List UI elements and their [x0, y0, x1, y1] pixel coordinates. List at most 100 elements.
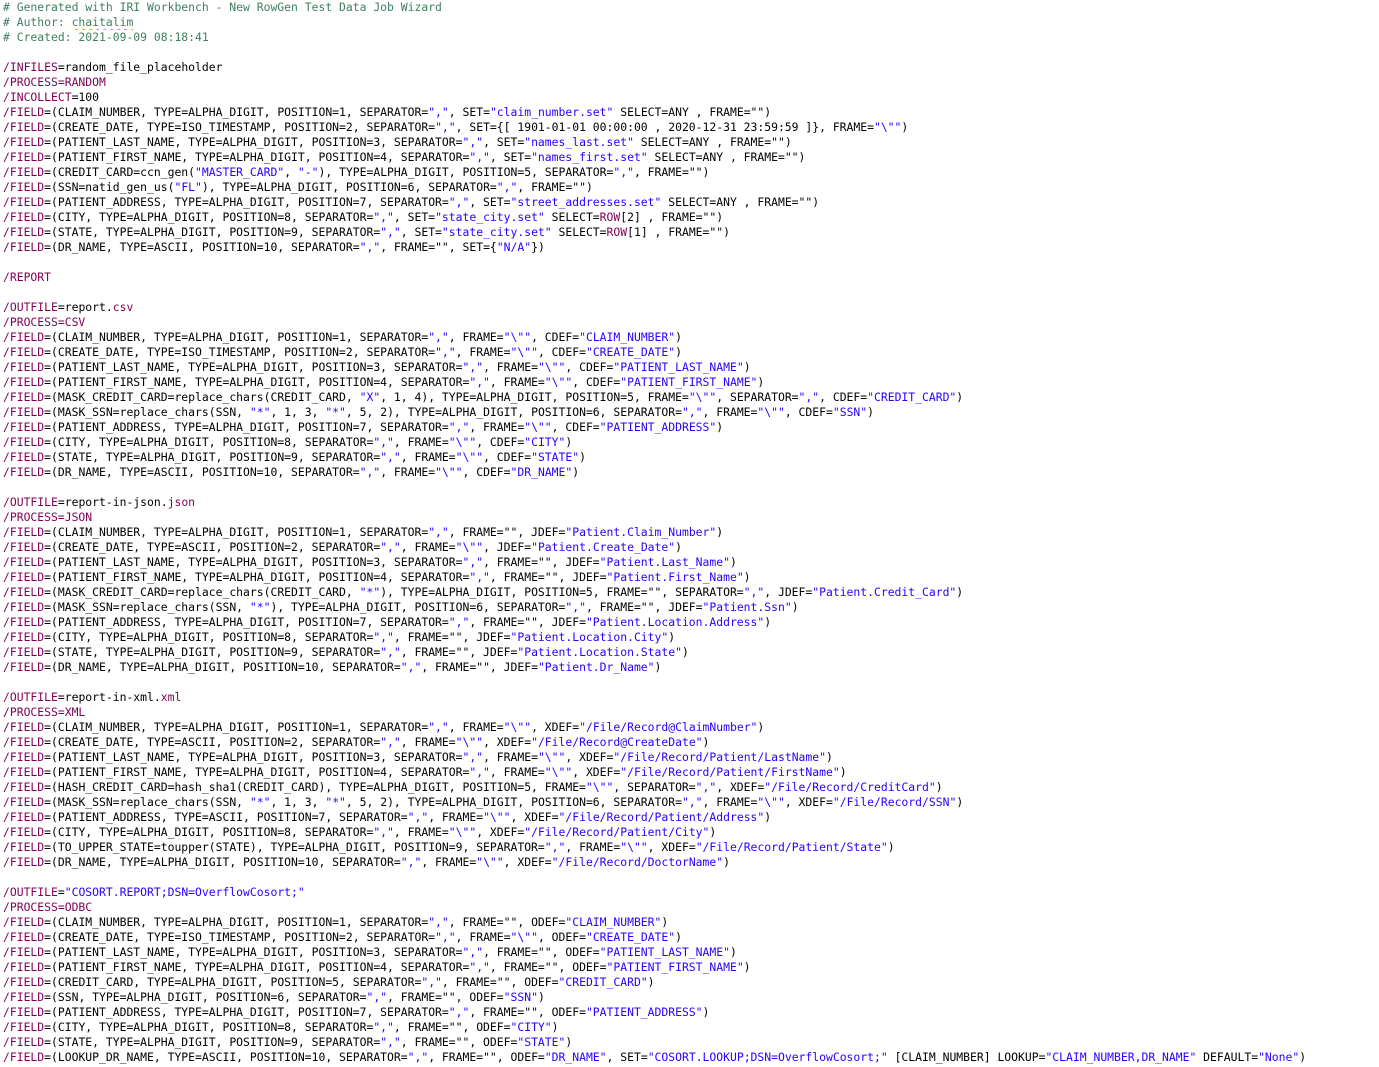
code-line[interactable]: /FIELD=(CITY, TYPE=ALPHA_DIGIT, POSITION…	[3, 630, 1379, 645]
token-string: ","	[448, 195, 470, 209]
code-line[interactable]: /FIELD=(CITY, TYPE=ALPHA_DIGIT, POSITION…	[3, 825, 1379, 840]
code-line[interactable]: /FIELD=(STATE, TYPE=ALPHA_DIGIT, POSITIO…	[3, 225, 1379, 240]
blank-line[interactable]	[3, 675, 1379, 690]
code-line[interactable]: /FIELD=(MASK_CREDIT_CARD=replace_chars(C…	[3, 390, 1379, 405]
script-editor[interactable]: # Generated with IRI Workbench - New Row…	[0, 0, 1379, 1067]
code-line[interactable]: /INFILES=random_file_placeholder	[3, 60, 1379, 75]
code-line[interactable]: /FIELD=(PATIENT_FIRST_NAME, TYPE=ALPHA_D…	[3, 570, 1379, 585]
token-string: "PATIENT_FIRST_NAME"	[620, 375, 758, 389]
code-line[interactable]: /FIELD=(DR_NAME, TYPE=ASCII, POSITION=10…	[3, 465, 1379, 480]
token-text: , FRAME="", JDEF=	[489, 570, 607, 584]
token-command: /OUTFILE	[3, 885, 58, 899]
code-line[interactable]: /FIELD=(CREATE_DATE, TYPE=ASCII, POSITIO…	[3, 540, 1379, 555]
code-line[interactable]: /PROCESS=XML	[3, 705, 1379, 720]
code-line[interactable]: /FIELD=(DR_NAME, TYPE=ALPHA_DIGIT, POSIT…	[3, 855, 1379, 870]
token-text: SELECT=	[551, 225, 607, 239]
code-line[interactable]: /FIELD=(SSN, TYPE=ALPHA_DIGIT, POSITION=…	[3, 990, 1379, 1005]
token-string: "\""	[448, 825, 477, 839]
code-line[interactable]: /OUTFILE=report-in-json.json	[3, 495, 1379, 510]
code-line[interactable]: # Author: chaitalim	[3, 15, 1379, 30]
code-line[interactable]: /PROCESS=ODBC	[3, 900, 1379, 915]
token-string: "/File/Record/Patient/LastName"	[613, 750, 826, 764]
code-line[interactable]: /FIELD=(PATIENT_LAST_NAME, TYPE=ALPHA_DI…	[3, 555, 1379, 570]
token-text: )	[668, 630, 676, 644]
code-line[interactable]: /FIELD=(LOOKUP_DR_NAME, TYPE=ASCII, POSI…	[3, 1050, 1379, 1065]
token-string: "Patient.Claim_Number"	[565, 525, 717, 539]
code-line[interactable]: /FIELD=(PATIENT_LAST_NAME, TYPE=ALPHA_DI…	[3, 360, 1379, 375]
token-text: , FRAME="", JDEF=	[421, 660, 538, 674]
code-line[interactable]: /OUTFILE=report-in-xml.xml	[3, 690, 1379, 705]
token-text: , FRAME=	[489, 765, 545, 779]
code-line[interactable]: /FIELD=(STATE, TYPE=ALPHA_DIGIT, POSITIO…	[3, 645, 1379, 660]
code-line[interactable]: /FIELD=(SSN=natid_gen_us("FL"), TYPE=ALP…	[3, 180, 1379, 195]
token-string: "/File/Record/Patient/State"	[695, 840, 888, 854]
code-line[interactable]: /FIELD=(MASK_SSN=replace_chars(SSN, "*",…	[3, 405, 1379, 420]
code-line[interactable]: /PROCESS=CSV	[3, 315, 1379, 330]
token-command: /FIELD	[3, 735, 45, 749]
token-string: "CLAIM_NUMBER"	[579, 330, 676, 344]
code-line[interactable]: /FIELD=(CITY, TYPE=ALPHA_DIGIT, POSITION…	[3, 1020, 1379, 1035]
code-line[interactable]: /FIELD=(CREATE_DATE, TYPE=ISO_TIMESTAMP,…	[3, 345, 1379, 360]
code-line[interactable]: /FIELD=(PATIENT_LAST_NAME, TYPE=ALPHA_DI…	[3, 135, 1379, 150]
code-line[interactable]: /PROCESS=JSON	[3, 510, 1379, 525]
blank-line[interactable]	[3, 870, 1379, 885]
code-line[interactable]: # Generated with IRI Workbench - New Row…	[3, 0, 1379, 15]
code-line[interactable]: /FIELD=(PATIENT_ADDRESS, TYPE=ALPHA_DIGI…	[3, 1005, 1379, 1020]
code-line[interactable]: /FIELD=(STATE, TYPE=ALPHA_DIGIT, POSITIO…	[3, 450, 1379, 465]
code-line[interactable]: /FIELD=(CITY, TYPE=ALPHA_DIGIT, POSITION…	[3, 210, 1379, 225]
token-command: /FIELD	[3, 105, 45, 119]
code-line[interactable]: /OUTFILE="COSORT.REPORT;DSN=OverflowCoso…	[3, 885, 1379, 900]
code-line[interactable]: /FIELD=(PATIENT_FIRST_NAME, TYPE=ALPHA_D…	[3, 765, 1379, 780]
code-line[interactable]: /FIELD=(PATIENT_ADDRESS, TYPE=ALPHA_DIGI…	[3, 195, 1379, 210]
code-line[interactable]: /FIELD=(CLAIM_NUMBER, TYPE=ALPHA_DIGIT, …	[3, 330, 1379, 345]
blank-line[interactable]	[3, 480, 1379, 495]
token-string: "PATIENT_LAST_NAME"	[613, 360, 744, 374]
code-line[interactable]: /FIELD=(CREDIT_CARD, TYPE=ALPHA_DIGIT, P…	[3, 975, 1379, 990]
code-line[interactable]: /OUTFILE=report.csv	[3, 300, 1379, 315]
token-string: ","	[462, 750, 484, 764]
code-line[interactable]: /FIELD=(TO_UPPER_STATE=toupper(STATE), T…	[3, 840, 1379, 855]
code-line[interactable]: /FIELD=(CREATE_DATE, TYPE=ISO_TIMESTAMP,…	[3, 930, 1379, 945]
code-line[interactable]: /FIELD=(MASK_SSN=replace_chars(SSN, "*")…	[3, 600, 1379, 615]
token-command: /INCOLLECT	[3, 90, 72, 104]
code-line[interactable]: /FIELD=(PATIENT_LAST_NAME, TYPE=ALPHA_DI…	[3, 750, 1379, 765]
code-line[interactable]: /FIELD=(PATIENT_FIRST_NAME, TYPE=ALPHA_D…	[3, 375, 1379, 390]
code-line[interactable]: /INCOLLECT=100	[3, 90, 1379, 105]
code-line[interactable]: /FIELD=(CREATE_DATE, TYPE=ASCII, POSITIO…	[3, 735, 1379, 750]
code-line[interactable]: /FIELD=(PATIENT_ADDRESS, TYPE=ASCII, POS…	[3, 810, 1379, 825]
code-line[interactable]: /FIELD=(DR_NAME, TYPE=ALPHA_DIGIT, POSIT…	[3, 660, 1379, 675]
code-line[interactable]: /FIELD=(PATIENT_ADDRESS, TYPE=ALPHA_DIGI…	[3, 420, 1379, 435]
token-command: xml	[160, 690, 182, 704]
blank-line[interactable]	[3, 255, 1379, 270]
code-line[interactable]: /FIELD=(CLAIM_NUMBER, TYPE=ALPHA_DIGIT, …	[3, 105, 1379, 120]
code-line[interactable]: /FIELD=(HASH_CREDIT_CARD=hash_sha1(CREDI…	[3, 780, 1379, 795]
code-line[interactable]: /FIELD=(CLAIM_NUMBER, TYPE=ALPHA_DIGIT, …	[3, 525, 1379, 540]
token-text: ), TYPE=ALPHA_DIGIT, POSITION=5, FRAME="…	[380, 585, 744, 599]
code-line[interactable]: /FIELD=(PATIENT_LAST_NAME, TYPE=ALPHA_DI…	[3, 945, 1379, 960]
code-line[interactable]: /FIELD=(MASK_CREDIT_CARD=replace_chars(C…	[3, 585, 1379, 600]
code-line[interactable]: /FIELD=(CREATE_DATE, TYPE=ISO_TIMESTAMP,…	[3, 120, 1379, 135]
code-line[interactable]: # Created: 2021-09-09 08:18:41	[3, 30, 1379, 45]
blank-line[interactable]	[3, 285, 1379, 300]
token-text: , 5, 2), TYPE=ALPHA_DIGIT, POSITION=6, S…	[345, 795, 682, 809]
code-line[interactable]: /FIELD=(PATIENT_FIRST_NAME, TYPE=ALPHA_D…	[3, 150, 1379, 165]
blank-line[interactable]	[3, 45, 1379, 60]
token-text: , XDEF=	[647, 840, 696, 854]
token-text: , CDEF=	[483, 450, 532, 464]
token-text: =(CREATE_DATE, TYPE=ISO_TIMESTAMP, POSIT…	[44, 345, 436, 359]
code-line[interactable]: /FIELD=(DR_NAME, TYPE=ASCII, POSITION=10…	[3, 240, 1379, 255]
code-line[interactable]: /FIELD=(PATIENT_ADDRESS, TYPE=ALPHA_DIGI…	[3, 615, 1379, 630]
code-line[interactable]: /FIELD=(CLAIM_NUMBER, TYPE=ALPHA_DIGIT, …	[3, 720, 1379, 735]
code-line[interactable]: /FIELD=(CITY, TYPE=ALPHA_DIGIT, POSITION…	[3, 435, 1379, 450]
token-command: /FIELD	[3, 555, 45, 569]
code-line[interactable]: /FIELD=(PATIENT_FIRST_NAME, TYPE=ALPHA_D…	[3, 960, 1379, 975]
code-line[interactable]: /FIELD=(CLAIM_NUMBER, TYPE=ALPHA_DIGIT, …	[3, 915, 1379, 930]
code-line[interactable]: /FIELD=(STATE, TYPE=ALPHA_DIGIT, POSITIO…	[3, 1035, 1379, 1050]
token-text: =(PATIENT_FIRST_NAME, TYPE=ALPHA_DIGIT, …	[44, 765, 470, 779]
code-line[interactable]: /PROCESS=RANDOM	[3, 75, 1379, 90]
code-line[interactable]: /FIELD=(MASK_SSN=replace_chars(SSN, "*",…	[3, 795, 1379, 810]
code-line[interactable]: /FIELD=(CREDIT_CARD=ccn_gen("MASTER_CARD…	[3, 165, 1379, 180]
token-text: =100	[71, 90, 100, 104]
token-text: , JDEF=	[483, 540, 532, 554]
code-line[interactable]: /REPORT	[3, 270, 1379, 285]
